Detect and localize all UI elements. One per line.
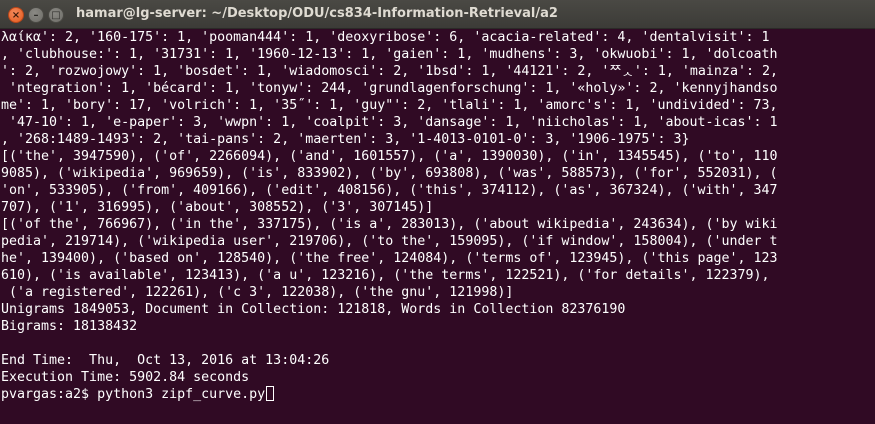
output-line: he', 139400), ('based on', 128540), ('th…: [1, 251, 778, 266]
output-line: ('a registered', 122261), ('c 3', 122038…: [1, 285, 514, 300]
output-line: , '268:1489-1493': 2, 'tai-pans': 2, 'ma…: [1, 132, 690, 147]
output-line: End Time: Thu, Oct 13, 2016 at 13:04:26: [1, 353, 330, 368]
output-line: 610), ('is available', 123413), ('a u', …: [1, 268, 770, 283]
shell-prompt: pvargas:a2$: [1, 387, 98, 402]
output-line: 707), ('1', 316995), ('about', 308552), …: [1, 200, 434, 215]
output-line: [('of the', 766967), ('in the', 337175),…: [1, 217, 778, 232]
output-line: ': 2, 'rozwojowy': 1, 'bosdet': 1, 'wiad…: [1, 64, 778, 79]
terminal-window: × – □ hamar@lg-server: ~/Desktop/ODU/cs8…: [0, 0, 875, 424]
command-line[interactable]: pvargas:a2$ python3 zipf_curve.py: [1, 386, 875, 403]
terminal-output[interactable]: λαίκα': 2, '160-175': 1, 'pooman444': 1,…: [0, 29, 875, 424]
close-icon[interactable]: ×: [8, 7, 24, 23]
output-line: , 'clubhouse:': 1, '31731': 1, '1960-12-…: [1, 47, 778, 62]
output-line: 'on', 533905), ('from', 409166), ('edit'…: [1, 183, 778, 198]
output-line: 'ntegration': 1, 'bécard': 1, 'tonyw': 2…: [1, 81, 778, 96]
minimize-icon[interactable]: –: [28, 7, 44, 23]
text-cursor: [266, 386, 275, 401]
window-title: hamar@lg-server: ~/Desktop/ODU/cs834-Inf…: [76, 6, 558, 21]
output-line: Execution Time: 5902.84 seconds: [1, 370, 250, 385]
command-text[interactable]: python3 zipf_curve.py: [97, 387, 265, 402]
title-bar[interactable]: × – □ hamar@lg-server: ~/Desktop/ODU/cs8…: [0, 0, 875, 29]
output-line: Unigrams 1849053, Document in Collection…: [1, 302, 626, 317]
output-line: Bigrams: 18138432: [1, 319, 138, 334]
output-line: pedia', 219714), ('wikipedia user', 2197…: [1, 234, 778, 249]
output-line: 9085), ('wikipedia', 969659), ('is', 833…: [1, 166, 778, 181]
output-line: '47-10': 1, 'e-paper': 3, 'wwpn': 1, 'co…: [1, 115, 778, 130]
output-line: me': 1, 'bory': 17, 'volrich': 1, '35˝':…: [1, 98, 778, 113]
maximize-icon[interactable]: □: [48, 7, 64, 23]
output-line: λαίκα': 2, '160-175': 1, 'pooman444': 1,…: [1, 30, 770, 45]
output-line: [('the', 3947590), ('of', 2266094), ('an…: [1, 149, 778, 164]
